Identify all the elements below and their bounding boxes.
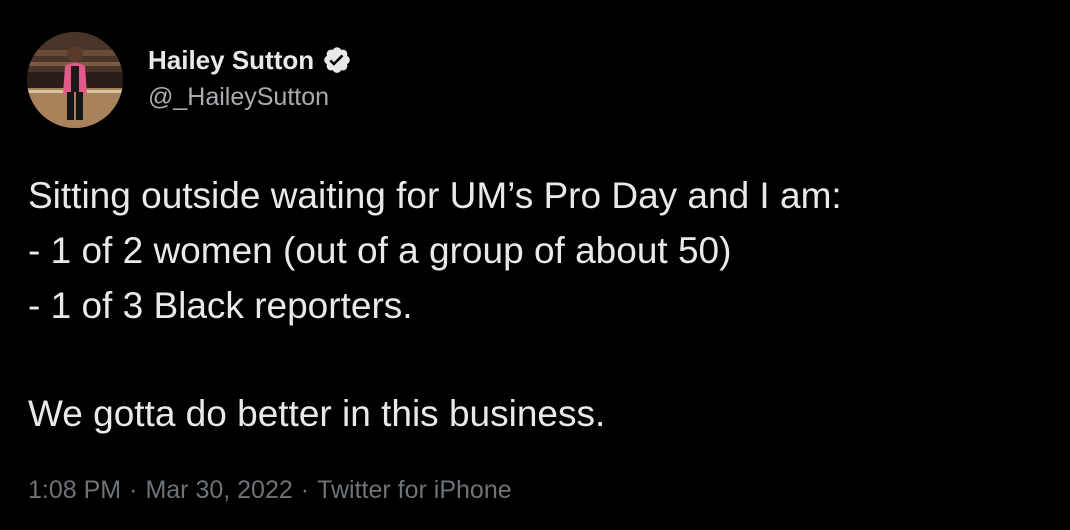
verified-badge-icon <box>322 45 352 75</box>
avatar[interactable] <box>27 32 123 128</box>
profile-photo <box>27 32 123 128</box>
tweet-metadata: 1:08 PM · Mar 30, 2022 · Twitter for iPhone <box>28 476 512 505</box>
tweet-line: - 1 of 2 women (out of a group of about … <box>28 230 732 271</box>
tweet-line: - 1 of 3 Black reporters. <box>28 285 413 326</box>
meta-separator: · <box>300 476 310 504</box>
meta-separator: · <box>129 476 138 504</box>
tweet-card: Hailey Sutton @_HaileySutton Sitting out… <box>0 0 1070 530</box>
author-name-row: Hailey Sutton <box>148 44 352 76</box>
author-handle[interactable]: @_HaileySutton <box>148 83 329 112</box>
tweet-line: We gotta do better in this business. <box>28 393 606 434</box>
display-name[interactable]: Hailey Sutton <box>148 45 314 76</box>
tweet-date[interactable]: Mar 30, 2022 <box>145 476 292 504</box>
tweet-text: Sitting outside waiting for UM’s Pro Day… <box>28 168 1058 441</box>
tweet-source[interactable]: Twitter for iPhone <box>317 476 512 504</box>
tweet-line: Sitting outside waiting for UM’s Pro Day… <box>28 175 842 216</box>
tweet-time[interactable]: 1:08 PM <box>28 476 121 504</box>
